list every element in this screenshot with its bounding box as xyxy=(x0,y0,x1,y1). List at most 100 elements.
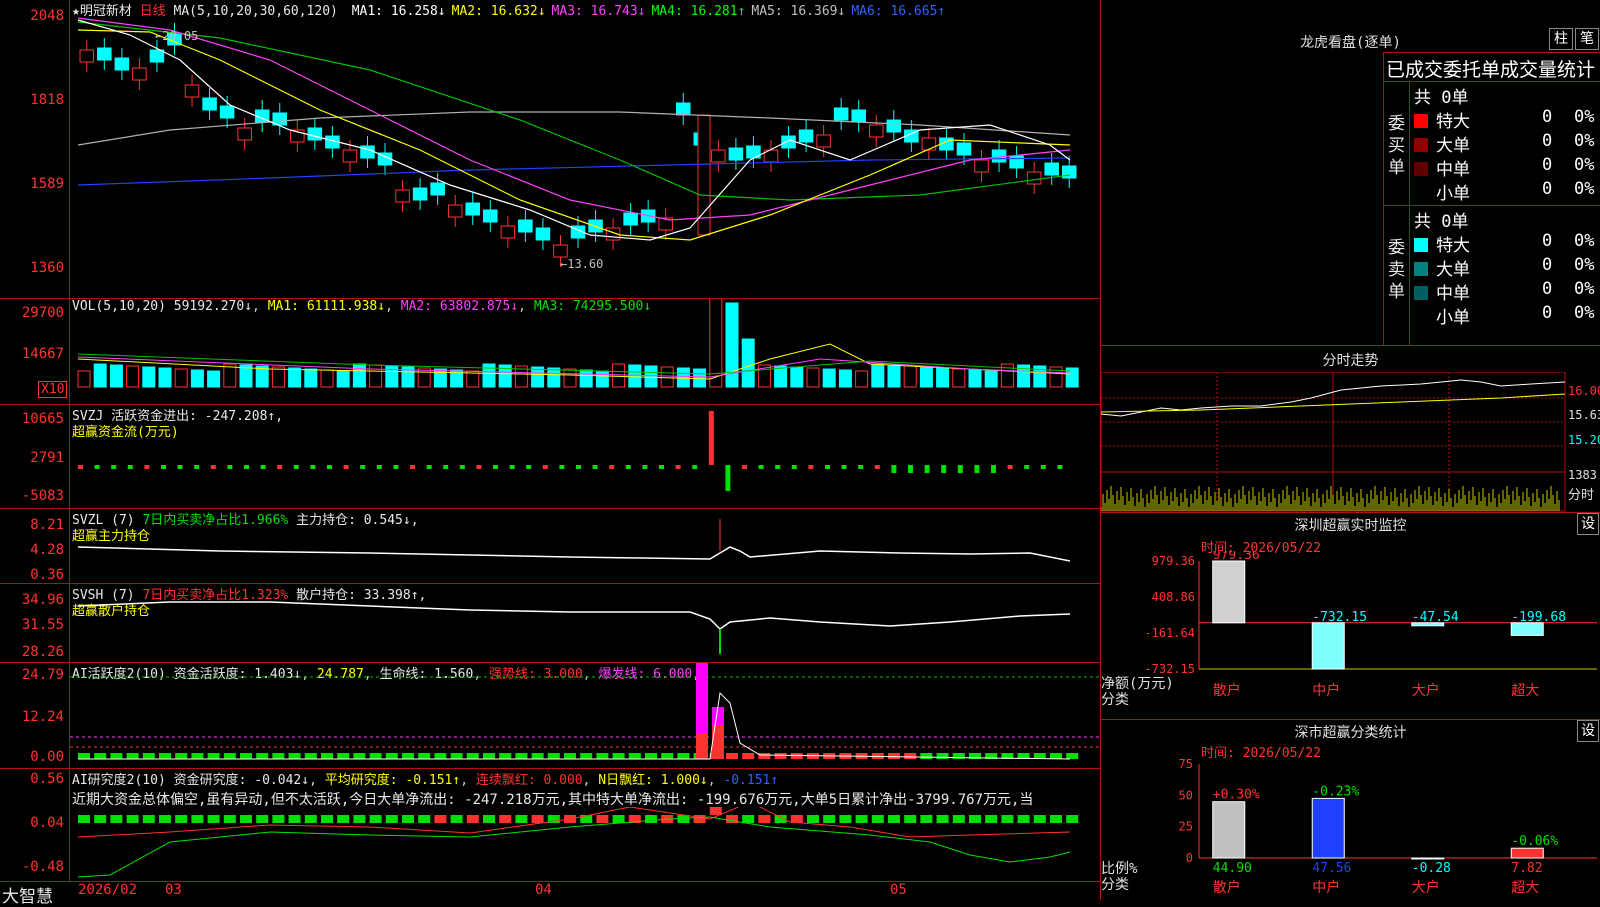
ai1-bar xyxy=(628,753,641,759)
svzj-bar xyxy=(1040,465,1046,469)
ai2-panel[interactable]: AI研究度2(10) 资金研究度: -0.042↓, 平均研究度: -0.151… xyxy=(0,769,1100,881)
longhu-panel[interactable]: 龙虎看盘(逐单) 柱 笔 已成交委托单成交量统计 委买单 委卖单 共 0单 共 … xyxy=(1101,0,1600,346)
ai2-bar xyxy=(142,815,155,823)
svzj-bar xyxy=(393,465,399,469)
order-row-name: 小单 xyxy=(1436,308,1470,328)
sz-class-panel[interactable]: 深市超赢分类统计 设 时间: 2026/05/22 比例% 分类 75 50 25 0… xyxy=(1101,720,1600,900)
buy-order-label: 委买单 xyxy=(1388,114,1405,178)
bar-mode-button[interactable]: 柱 xyxy=(1549,28,1573,50)
ai1-bar xyxy=(337,753,350,759)
ai1-bar xyxy=(531,753,544,759)
order-row-pct: 0% xyxy=(1574,131,1595,151)
kline-ytick: 1360 xyxy=(30,260,64,276)
candle xyxy=(711,149,726,163)
svzj-bar xyxy=(775,465,781,469)
order-row: 大单 0 0% xyxy=(1414,255,1599,280)
svzj-bar xyxy=(725,465,731,491)
vol-bar xyxy=(288,367,302,388)
sz-monitor-panel[interactable]: 深圳超赢实时监控 设 时间: 2026/05/22 净额(万元) 分类 979.… xyxy=(1101,513,1600,719)
ai1-bar xyxy=(159,753,171,759)
svzj-bar xyxy=(177,465,183,469)
candle xyxy=(974,159,989,173)
ai1-bar xyxy=(321,753,333,759)
vol-bar xyxy=(579,369,593,388)
candle xyxy=(623,212,638,226)
intraday-ytick: 15.20 xyxy=(1568,433,1600,447)
vol-bar xyxy=(984,370,998,388)
ai1-ytick: 24.79 xyxy=(21,667,64,683)
svzj-bar xyxy=(111,465,117,469)
order-row-name: 中单 xyxy=(1436,284,1470,304)
order-row-pct: 0% xyxy=(1574,107,1595,127)
svzj-bar xyxy=(144,465,150,469)
candle xyxy=(535,227,551,241)
sz-class-ytick: 50 xyxy=(1179,788,1193,802)
ai2-bar xyxy=(952,815,965,823)
kline-panel[interactable]: ★明冠新材 日线 MA(5,10,20,30,60,120) MA1: 16.2… xyxy=(0,0,1100,300)
kline-chart[interactable]: ←20.05 ←13.60 xyxy=(70,0,1100,298)
svzj-panel[interactable]: SVZJ 活跃资金进出: -247.208↑, 超赢资金流(万元) 10665 … xyxy=(0,405,1100,508)
candle xyxy=(886,119,902,133)
sz-monitor-bar-label: -199.68 xyxy=(1511,610,1566,625)
order-row-pct: 0% xyxy=(1574,231,1595,251)
svzj-bar xyxy=(161,465,166,469)
vol-unit-badge[interactable]: X10 xyxy=(38,381,68,398)
ai2-bar xyxy=(515,815,528,823)
vol-ytick: 14667 xyxy=(21,346,64,362)
color-swatch xyxy=(1414,138,1428,152)
candle xyxy=(833,107,849,121)
ai1-bar xyxy=(677,753,690,759)
vol-bar xyxy=(676,367,690,388)
candle xyxy=(237,127,252,141)
ai2-bar xyxy=(1033,815,1046,823)
candle xyxy=(851,109,866,123)
svzl-panel[interactable]: SVZL (7) 7日内买卖净占比1.966% 主力持仓: 0.545↓, 超赢… xyxy=(0,509,1100,583)
ai2-bar xyxy=(191,815,204,823)
svzj-bar xyxy=(493,465,498,469)
ai1-line xyxy=(78,691,1071,760)
svzj-bar xyxy=(244,465,249,469)
svzj-bar xyxy=(260,465,266,469)
candle xyxy=(798,129,814,143)
candle xyxy=(1026,171,1042,185)
ai1-bar xyxy=(936,753,949,759)
intraday-chart xyxy=(1101,372,1566,512)
ai2-bar xyxy=(321,815,333,823)
ai1-bar xyxy=(564,753,576,759)
svzj-bar xyxy=(310,465,316,469)
ai2-bar xyxy=(353,815,366,823)
x-tick: 05 xyxy=(890,882,907,898)
color-swatch xyxy=(1414,286,1428,300)
sz-monitor-settings-button[interactable]: 设 xyxy=(1577,513,1599,535)
ai2-bar xyxy=(1066,815,1079,823)
svzj-bar xyxy=(78,465,83,469)
order-stats-box: 已成交委托单成交量统计 委买单 委卖单 共 0单 共 0单 特大 0 0% 大单 0 0%… xyxy=(1383,52,1600,346)
candle xyxy=(956,142,972,156)
vol-bar xyxy=(693,368,707,388)
candle xyxy=(500,225,516,239)
intraday-unit: 分时 xyxy=(1568,488,1595,503)
ai1-bar xyxy=(191,753,204,759)
ai1-bar xyxy=(223,753,236,759)
intraday-ytick: 16.00 xyxy=(1568,384,1600,398)
svzj-bar xyxy=(825,465,830,469)
ai1-panel[interactable]: AI活跃度2(10) 资金活跃度: 1.403↓, 24.787, 生命线: 1… xyxy=(0,663,1100,768)
sz-class-settings-button[interactable]: 设 xyxy=(1577,720,1599,742)
ai2-bar xyxy=(920,815,933,823)
high-label: ←20.05 xyxy=(155,29,198,43)
color-swatch xyxy=(1414,262,1428,276)
intraday-title: 分时走势 xyxy=(1322,353,1379,369)
svzj-bar xyxy=(1057,465,1063,469)
vol-bar xyxy=(320,369,334,388)
svsh-panel[interactable]: SVSH (7) 7日内买卖净占比1.323% 散户持仓: 33.398↑, 超… xyxy=(0,584,1100,662)
order-row-count: 0 xyxy=(1542,279,1553,299)
vol-panel[interactable]: VOL(5,10,20) 59192.270↓, MA1: 61111.938↓… xyxy=(0,299,1100,404)
ai1-bar xyxy=(726,753,738,759)
tick-mode-button[interactable]: 笔 xyxy=(1575,28,1599,50)
vol-ytick: 29700 xyxy=(21,305,64,321)
sz-class-ytick: 0 xyxy=(1186,851,1193,865)
ai2-bar xyxy=(450,815,463,823)
order-row-pct: 0% xyxy=(1574,303,1595,323)
ai1-bar xyxy=(450,753,463,759)
intraday-panel[interactable]: 分时走势 16.00 15.63 15.20 1383 分时 xyxy=(1101,346,1600,512)
